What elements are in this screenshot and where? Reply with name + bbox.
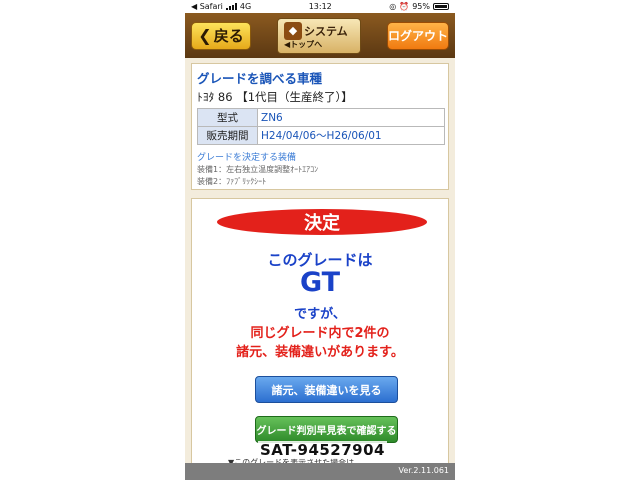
- bottom-bar: Ver.2.11.061: [185, 463, 455, 480]
- location-icon: ◎: [389, 2, 397, 11]
- version-label: Ver.2.11.061: [398, 466, 450, 475]
- clock: 13:12: [308, 2, 332, 11]
- spec-label: 販売期間: [197, 126, 258, 145]
- phone-screen: ◀ Safari 4G 13:12 ◎ ⏰ 95% ❮ 戻る ◆ システム ◀ト…: [185, 0, 455, 480]
- vehicle-heading: グレードを調べる車種: [197, 71, 323, 86]
- spec-label: 型式: [197, 108, 258, 127]
- stock-number-watermark: SAT-94527904: [258, 441, 387, 459]
- logo-top-link[interactable]: ◆ システム ◀トップへ: [277, 17, 361, 54]
- spec-row-model: 型式 ZN6: [197, 108, 445, 127]
- spec-value: H24/04/06〜H26/06/01: [257, 126, 445, 145]
- alarm-icon: ⏰: [399, 2, 410, 11]
- result-line-2: ですが、: [294, 307, 346, 322]
- network-label: 4G: [239, 2, 252, 11]
- result-card: 決定 このグレードは GT ですが、 同じグレード内で2件の 諸元、装備違いがあ…: [191, 198, 449, 480]
- result-line-4: 諸元、装備違いがあります。: [236, 345, 404, 360]
- spec-table: 型式 ZN6 販売期間 H24/04/06〜H26/06/01: [197, 108, 445, 145]
- logo-icon: ◆: [284, 21, 302, 40]
- equipment-item: 装備1：左右独立温度調整ｵｰﾄｴｱｺﾝ: [197, 165, 319, 174]
- carrier-label: ◀ Safari: [191, 2, 223, 11]
- status-bar: ◀ Safari 4G 13:12 ◎ ⏰ 95%: [185, 0, 455, 13]
- signal-icon: [225, 3, 237, 10]
- equipment-heading: グレードを決定する装備: [197, 153, 297, 163]
- view-differences-button[interactable]: 諸元、装備違いを見る: [255, 376, 398, 403]
- back-button-label: 戻る: [213, 27, 244, 45]
- chevron-left-icon: ❮: [198, 26, 212, 45]
- app-toolbar: ❮ 戻る ◆ システム ◀トップへ ログアウト: [185, 13, 455, 58]
- grade-chart-button[interactable]: グレード判別早見表で確認する: [255, 416, 398, 443]
- spec-row-period: 販売期間 H24/04/06〜H26/06/01: [197, 126, 445, 145]
- grade-name: GT: [299, 267, 341, 298]
- battery-percent: 95%: [412, 2, 430, 11]
- back-button[interactable]: ❮ 戻る: [191, 21, 251, 50]
- logo-text: システム: [304, 24, 348, 38]
- vehicle-info-card: グレードを調べる車種 ﾄﾖﾀ 86 【1代目（生産終了）】 型式 ZN6 販売期…: [191, 63, 449, 190]
- logout-button[interactable]: ログアウト: [387, 21, 449, 50]
- top-link-label: ◀トップへ: [284, 39, 323, 49]
- spec-value: ZN6: [257, 108, 445, 127]
- result-line-3: 同じグレード内で2件の: [250, 326, 390, 341]
- equipment-item: 装備2：ﾌｧﾌﾞﾘｯｸｼｰﾄ: [197, 177, 267, 186]
- vehicle-name: ﾄﾖﾀ 86 【1代目（生産終了）】: [197, 90, 353, 104]
- battery-icon: [433, 3, 449, 10]
- decision-badge: 決定: [217, 209, 427, 235]
